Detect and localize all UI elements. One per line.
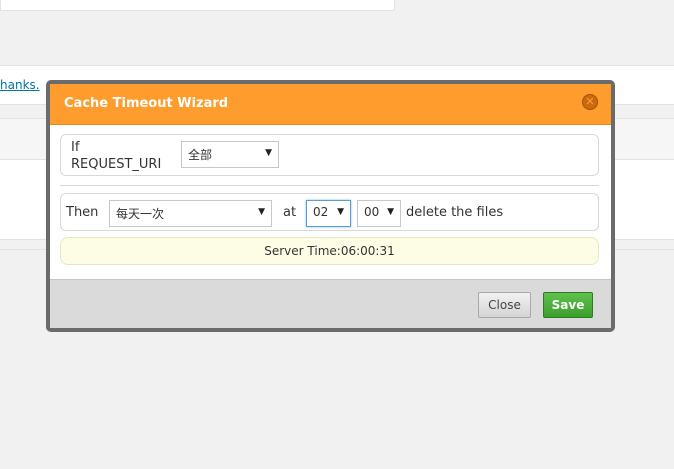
- frequency-select[interactable]: 每天一次 ▼: [109, 200, 272, 227]
- hour-value: 02: [313, 205, 329, 219]
- chevron-down-icon: ▼: [258, 207, 265, 217]
- dialog-body: Cache Timeout Wizard ✕ If REQUEST_URI 全部…: [50, 84, 611, 328]
- notice-link[interactable]: hanks.: [0, 78, 40, 92]
- request-uri-select[interactable]: 全部 ▼: [181, 141, 279, 168]
- close-button[interactable]: Close: [478, 292, 531, 318]
- chevron-down-icon: ▼: [387, 207, 394, 217]
- request-uri-value: 全部: [188, 148, 213, 162]
- background-panel: [0, 0, 395, 11]
- minute-select[interactable]: 00 ▼: [357, 200, 401, 227]
- request-uri-label: REQUEST_URI: [71, 157, 162, 172]
- delete-files-label: delete the files: [406, 205, 504, 220]
- condition-row: If REQUEST_URI 全部 ▼: [60, 134, 599, 176]
- hour-select[interactable]: 02 ▼: [306, 200, 351, 227]
- server-time: Server Time:06:00:31: [60, 237, 599, 265]
- then-label: Then: [66, 205, 99, 220]
- dialog-title: Cache Timeout Wizard: [64, 96, 229, 111]
- chevron-down-icon: ▼: [265, 148, 272, 158]
- if-label: If: [71, 140, 80, 155]
- dialog-header: Cache Timeout Wizard ✕: [50, 84, 611, 125]
- section-divider: [60, 185, 599, 186]
- action-row: Then 每天一次 ▼ at 02 ▼ 00 ▼ delete the file…: [60, 193, 599, 231]
- minute-value: 00: [364, 205, 380, 219]
- chevron-down-icon: ▼: [337, 207, 344, 217]
- dialog-footer: Close Save: [50, 279, 611, 328]
- at-label: at: [283, 205, 297, 220]
- frequency-value: 每天一次: [116, 207, 165, 221]
- save-button[interactable]: Save: [543, 292, 593, 318]
- cache-timeout-dialog: Cache Timeout Wizard ✕ If REQUEST_URI 全部…: [46, 80, 615, 332]
- close-circle-icon[interactable]: ✕: [582, 94, 598, 110]
